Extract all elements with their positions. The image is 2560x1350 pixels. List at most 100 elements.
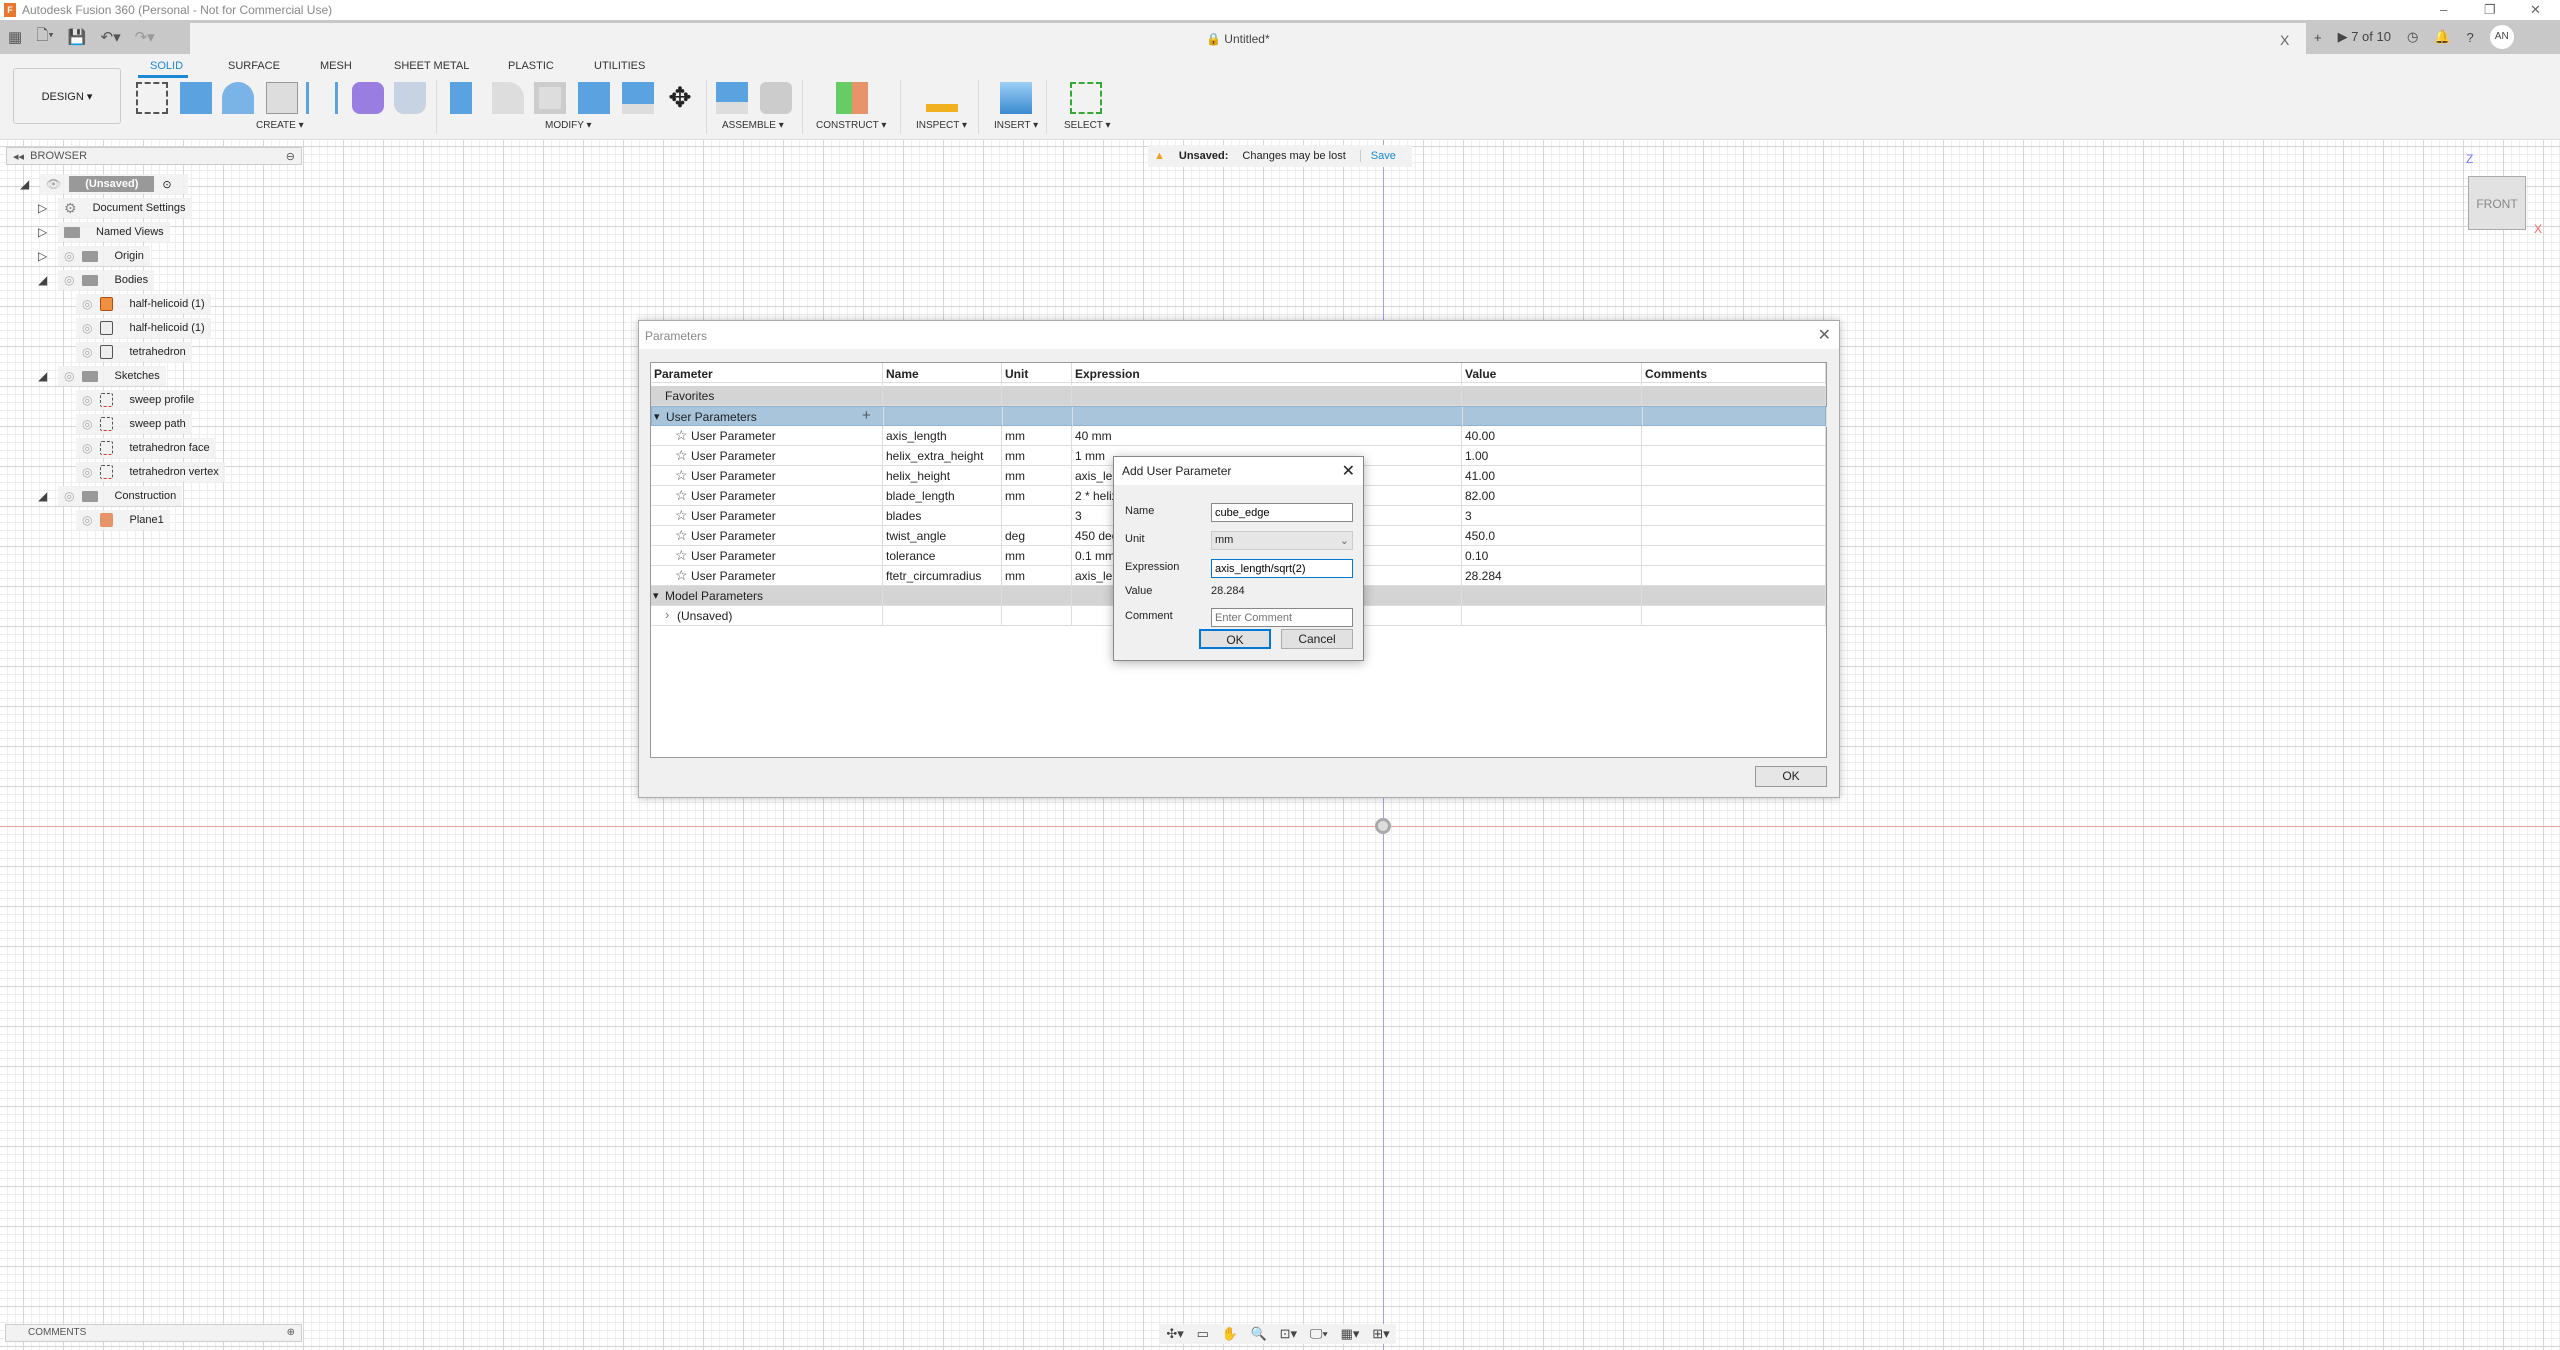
- star-icon[interactable]: ☆: [675, 467, 688, 484]
- extrude-icon[interactable]: [180, 82, 212, 114]
- plus-circle-icon[interactable]: ⊕: [287, 1327, 295, 1338]
- expand-triangle-icon[interactable]: ▷: [38, 201, 47, 215]
- collapse-chevron-icon[interactable]: ▾: [654, 410, 660, 423]
- add-parameter-icon[interactable]: +: [862, 407, 871, 424]
- browser-item[interactable]: ◎ Sketches: [58, 366, 166, 386]
- close-icon[interactable]: ✕: [2530, 2, 2541, 18]
- expand-triangle-icon[interactable]: ▷: [38, 225, 47, 239]
- save-icon[interactable]: 💾: [68, 28, 87, 46]
- viewcube[interactable]: FRONT: [2468, 176, 2526, 230]
- comment-field[interactable]: [1211, 608, 1353, 627]
- browser-item[interactable]: ◎ Origin: [58, 246, 150, 266]
- look-at-icon[interactable]: ▭: [1197, 1326, 1209, 1342]
- group-create[interactable]: CREATE ▾: [256, 120, 304, 131]
- job-status[interactable]: ▶ 7 of 10: [2338, 29, 2391, 45]
- bell-icon[interactable]: 🔔: [2434, 29, 2450, 45]
- expand-triangle-icon[interactable]: ◢: [38, 369, 47, 383]
- close-icon[interactable]: ✕: [1342, 461, 1355, 481]
- eye-icon[interactable]: ◎: [82, 297, 92, 311]
- file-icon[interactable]: 🗋▾: [36, 25, 54, 50]
- radio-icon[interactable]: ⊙: [162, 178, 171, 191]
- fit-icon[interactable]: ⊡▾: [1280, 1326, 1297, 1342]
- collapse-icon[interactable]: ◂◂: [13, 150, 24, 163]
- grid-icon[interactable]: ▦▾: [1341, 1326, 1360, 1342]
- eye-icon[interactable]: ◎: [82, 321, 92, 335]
- ok-button[interactable]: OK: [1199, 629, 1271, 649]
- pan-icon[interactable]: ✋: [1222, 1326, 1238, 1342]
- star-icon[interactable]: ☆: [675, 487, 688, 504]
- group-assemble[interactable]: ASSEMBLE ▾: [722, 120, 784, 131]
- pattern-icon[interactable]: [306, 82, 338, 114]
- unit-select[interactable]: mm ⌄: [1211, 531, 1353, 550]
- star-icon[interactable]: ☆: [675, 547, 688, 564]
- tab-close-button[interactable]: X: [2280, 32, 2289, 48]
- expression-field[interactable]: [1211, 559, 1353, 578]
- group-insert[interactable]: INSERT ▾: [994, 120, 1038, 131]
- help-icon[interactable]: ?: [2467, 30, 2474, 45]
- workspace-switcher[interactable]: DESIGN ▾: [13, 68, 121, 124]
- revolve-icon[interactable]: [222, 82, 254, 114]
- eye-icon[interactable]: ◎: [82, 441, 92, 455]
- select-icon[interactable]: [1070, 82, 1102, 114]
- browser-item[interactable]: ◎ Plane1: [76, 510, 170, 530]
- shell-icon[interactable]: [534, 82, 566, 114]
- browser-item[interactable]: ◎ half-helicoid (1): [76, 318, 211, 338]
- browser-item[interactable]: ◎ Construction: [58, 486, 183, 506]
- group-select[interactable]: SELECT ▾: [1064, 120, 1111, 131]
- collapse-chevron-icon[interactable]: ▾: [653, 589, 659, 602]
- eye-icon[interactable]: ◎: [64, 369, 74, 383]
- group-inspect[interactable]: INSPECT ▾: [916, 120, 967, 131]
- eye-icon[interactable]: ◎: [64, 273, 74, 287]
- browser-item[interactable]: ◎ tetrahedron: [76, 342, 192, 362]
- undo-icon[interactable]: ↶▾: [101, 28, 121, 46]
- eye-icon[interactable]: ◎: [64, 489, 74, 503]
- sweep-icon[interactable]: [394, 82, 426, 114]
- expand-triangle-icon[interactable]: ◢: [20, 177, 29, 191]
- tab-plastic[interactable]: PLASTIC: [508, 60, 554, 72]
- user-parameters-row[interactable]: User Parameters ▾ +: [651, 406, 1827, 427]
- browser-item[interactable]: ◎ sweep profile: [76, 390, 201, 410]
- orbit-icon[interactable]: ✣▾: [1166, 1326, 1183, 1342]
- avatar[interactable]: AN: [2489, 25, 2514, 49]
- redo-icon[interactable]: ↷▾: [135, 28, 155, 46]
- tab-solid[interactable]: SOLID: [150, 60, 183, 72]
- combine-icon[interactable]: [578, 82, 610, 114]
- browser-item[interactable]: Named Views: [58, 222, 170, 242]
- new-component-icon[interactable]: [716, 82, 748, 114]
- expand-triangle-icon[interactable]: ◢: [38, 489, 47, 503]
- offset-plane-icon[interactable]: [836, 82, 868, 114]
- browser-root[interactable]: 👁 (Unsaved) ⊙: [40, 174, 188, 194]
- eye-icon[interactable]: ◎: [82, 345, 92, 359]
- comments-panel[interactable]: COMMENTS ⊕: [5, 1324, 302, 1342]
- browser-item[interactable]: ◎ tetrahedron vertex: [76, 462, 225, 482]
- measure-icon[interactable]: [926, 86, 958, 112]
- restore-icon[interactable]: ❐: [2484, 2, 2496, 18]
- close-icon[interactable]: ✕: [1818, 325, 1831, 345]
- create-sketch-icon[interactable]: [136, 82, 168, 114]
- eye-icon[interactable]: 👁: [46, 177, 61, 191]
- minimize-icon[interactable]: –: [2440, 2, 2447, 17]
- press-pull-icon[interactable]: [450, 82, 472, 114]
- cancel-button[interactable]: Cancel: [1281, 629, 1353, 649]
- viewports-icon[interactable]: ⊞▾: [1372, 1326, 1389, 1342]
- tab-utilities[interactable]: UTILITIES: [594, 60, 645, 72]
- clock-icon[interactable]: ◷: [2407, 29, 2418, 45]
- star-icon[interactable]: ☆: [675, 447, 688, 464]
- eye-icon[interactable]: ◎: [82, 393, 92, 407]
- browser-item[interactable]: ◎ Bodies: [58, 270, 155, 290]
- browser-item[interactable]: ◎ tetrahedron face: [76, 438, 216, 458]
- group-modify[interactable]: MODIFY ▾: [545, 120, 592, 131]
- browser-item[interactable]: ◎ sweep path: [76, 414, 192, 434]
- favorites-row[interactable]: Favorites: [651, 386, 1826, 406]
- name-field[interactable]: [1211, 503, 1353, 522]
- fillet-icon[interactable]: [492, 82, 524, 114]
- browser-item[interactable]: ⚙ Document Settings: [58, 198, 192, 218]
- table-row[interactable]: User Parameter axis_length mm 40 mm 40.00 ☆: [651, 426, 1826, 446]
- zoom-icon[interactable]: 🔍: [1251, 1326, 1267, 1342]
- new-tab-icon[interactable]: +: [2314, 30, 2322, 45]
- joint-icon[interactable]: [760, 82, 792, 114]
- star-icon[interactable]: ☆: [675, 567, 688, 584]
- display-settings-icon[interactable]: 🖵▾: [1310, 1326, 1328, 1342]
- star-icon[interactable]: ☆: [675, 427, 688, 444]
- eye-icon[interactable]: ◎: [64, 249, 74, 263]
